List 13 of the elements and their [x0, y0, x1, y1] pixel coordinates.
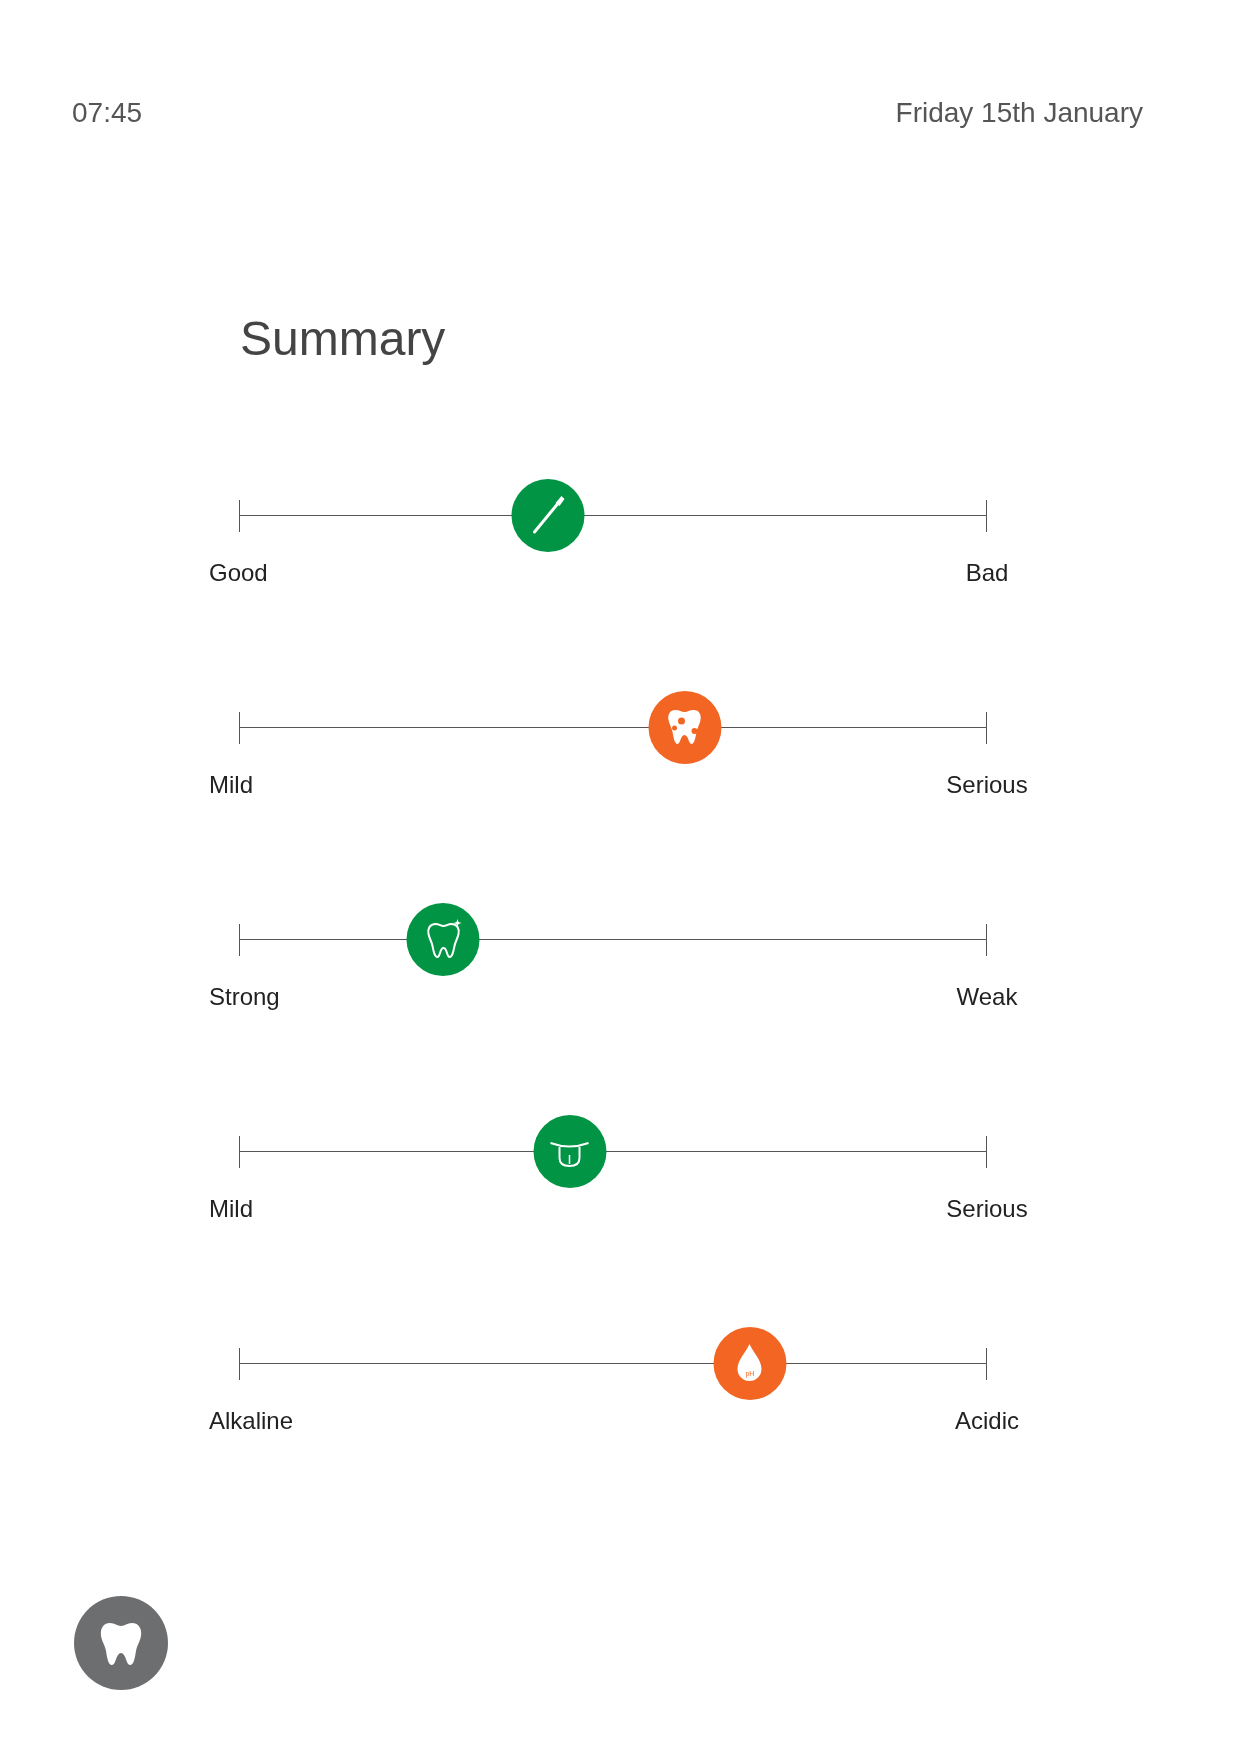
scale-max-label: Bad — [964, 557, 1010, 588]
date: Friday 15th January — [895, 96, 1143, 130]
scale-min-label: Alkaline — [209, 1405, 294, 1436]
scale-min-label: Strong — [209, 981, 280, 1012]
scale-min-label: Good — [209, 557, 268, 588]
scale-max-label: Serious — [945, 1193, 1029, 1224]
scale-max-label: Weak — [955, 981, 1019, 1012]
scale-min-label: Mild — [209, 1193, 253, 1224]
page-title: Summary — [240, 311, 447, 367]
scale-max-label: Serious — [945, 769, 1029, 800]
scale-max-label: Acidic — [954, 1405, 1020, 1436]
scale-min-label: Mild — [209, 769, 253, 800]
time: 07:45 — [72, 96, 143, 130]
